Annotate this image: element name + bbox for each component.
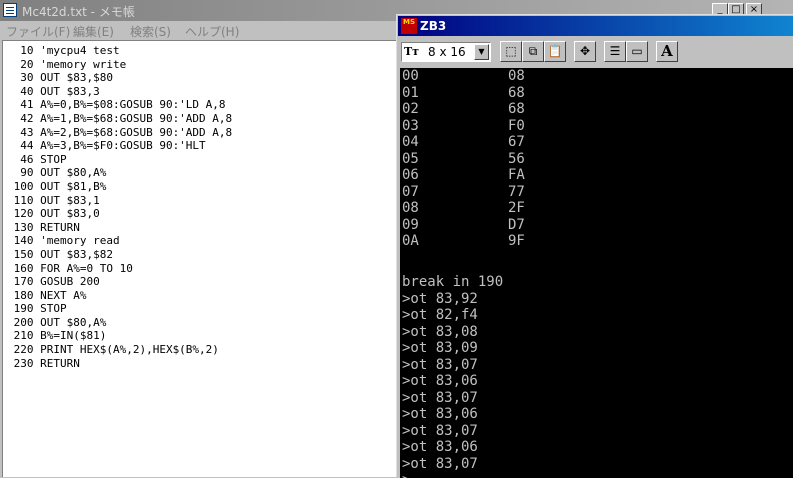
log-line: >ot 82,f4 xyxy=(402,307,478,323)
dump-address: 03 xyxy=(402,117,419,134)
paste-icon[interactable]: 📋 xyxy=(544,41,566,62)
code-line: 170 GOSUB 200 xyxy=(7,275,100,289)
properties-icon[interactable]: ☰ xyxy=(604,41,626,62)
menu-search[interactable]: 検索(S) xyxy=(130,23,171,40)
code-line: 44 A%=3,B%=$F0:GOSUB 90:'HLT xyxy=(7,139,206,153)
code-line: 100 OUT $81,B% xyxy=(7,179,107,193)
dump-row: 08 2F xyxy=(402,200,602,217)
dump-row: 07 77 xyxy=(402,184,602,201)
console-title-bar[interactable]: MS ZB3 xyxy=(398,16,793,36)
code-line: 46 STOP xyxy=(7,152,67,166)
dump-value: 08 xyxy=(508,68,525,84)
dump-address: 00 xyxy=(402,68,419,84)
dump-address: 07 xyxy=(402,183,419,200)
log-line: >ot 83,06 xyxy=(402,439,478,455)
code-line: 120 OUT $83,0 xyxy=(7,207,100,221)
code-line: 130 RETURN xyxy=(7,220,80,234)
log-line: >ot 83,09 xyxy=(402,340,478,356)
console-title: ZB3 xyxy=(420,19,447,33)
dump-row: 05 56 xyxy=(402,151,602,168)
dump-row: 02 68 xyxy=(402,101,602,118)
log-line: >ot 83,08 xyxy=(402,323,478,340)
code-line: 200 OUT $80,A% xyxy=(7,315,107,329)
code-line: 180 NEXT A% xyxy=(7,288,87,302)
dump-address: 01 xyxy=(402,84,419,101)
mark-icon[interactable]: ⬚ xyxy=(500,41,522,62)
menu-file[interactable]: ファイル(F) xyxy=(6,23,70,40)
code-line: 43 A%=2,B%=$68:GOSUB 90:'ADD A,8 xyxy=(7,125,233,139)
chevron-down-icon[interactable]: ▼ xyxy=(474,44,489,60)
notepad-title: Mc4t2d.txt - メモ帳 xyxy=(22,5,135,19)
code-line: 110 OUT $83,1 xyxy=(7,193,100,207)
code-line: 40 OUT $83,3 xyxy=(7,84,100,98)
background-icon[interactable]: ▭ xyxy=(626,41,648,62)
log-line: >ot 83,07 xyxy=(402,389,478,406)
dump-row: 09 D7 xyxy=(402,217,602,234)
dump-value: F0 xyxy=(508,117,525,134)
dump-row: 00 08 xyxy=(402,68,602,85)
notepad-text-area[interactable]: 10 'mycpu4 test 20 'memory write 30 OUT … xyxy=(2,40,396,477)
dump-value: FA xyxy=(508,167,525,183)
log-line: >ot 83,07 xyxy=(402,356,478,373)
dump-row: 04 67 xyxy=(402,134,602,151)
code-line: 10 'mycpu4 test xyxy=(7,44,120,57)
log-line: break in 190 xyxy=(402,274,504,290)
dump-value: D7 xyxy=(508,216,525,233)
console-log: break in 190 >ot 83,92 >ot 82,f4 >ot 83,… xyxy=(402,274,503,478)
truetype-icon: Tт xyxy=(404,45,420,58)
copy-icon[interactable]: ⧉ xyxy=(522,41,544,62)
dump-value: 56 xyxy=(508,150,525,167)
msdos-icon[interactable]: MS xyxy=(401,18,417,34)
dump-address: 0A xyxy=(402,233,419,249)
dump-row: 01 68 xyxy=(402,85,602,102)
dump-value: 2F xyxy=(508,200,525,216)
log-line: >ot 83,92 xyxy=(402,290,478,307)
code-line: 220 PRINT HEX$(A%,2),HEX$(B%,2) xyxy=(7,343,219,357)
dump-row: 03 F0 xyxy=(402,118,602,135)
code-line: 90 OUT $80,A% xyxy=(7,166,107,180)
dump-address: 08 xyxy=(402,200,419,216)
dump-address: 09 xyxy=(402,216,419,233)
code-line: 150 OUT $83,$82 xyxy=(7,247,113,261)
memory-dump: 00 08 01 68 02 68 03 F0 04 67 05 56 06 FA 07 77 … xyxy=(402,68,602,250)
dump-address: 02 xyxy=(402,101,419,117)
dump-value: 9F xyxy=(508,233,525,249)
log-line: >ot 83,06 xyxy=(402,373,478,389)
command-prompt[interactable]: > xyxy=(402,472,503,478)
font-size-value: 8 x 16 xyxy=(428,45,466,59)
code-line: 140 'memory read xyxy=(7,234,120,248)
dump-row: 06 FA xyxy=(402,167,602,184)
code-line: 41 A%=0,B%=$08:GOSUB 90:'LD A,8 xyxy=(7,98,226,112)
code-line: 20 'memory write xyxy=(7,57,127,71)
log-line: >ot 83,07 xyxy=(402,455,478,472)
console-output[interactable]: 00 08 01 68 02 68 03 F0 04 67 05 56 06 FA 07 77 … xyxy=(400,68,793,478)
dump-value: 68 xyxy=(508,84,525,101)
console-window: MS ZB3 Tт 8 x 16 ▼ ⬚ ⧉ 📋 ✥ ☰ ▭ A 00 08 01… xyxy=(396,14,793,478)
dump-row: 0A 9F xyxy=(402,233,602,250)
dump-address: 06 xyxy=(402,167,419,183)
fullscreen-icon[interactable]: ✥ xyxy=(574,41,596,62)
code-line: 190 STOP xyxy=(7,302,67,316)
font-icon[interactable]: A xyxy=(656,41,678,62)
code-line: 30 OUT $83,$80 xyxy=(7,71,113,85)
dump-value: 68 xyxy=(508,101,525,117)
code-line: 210 B%=IN($81) xyxy=(7,329,107,343)
font-size-select[interactable]: Tт 8 x 16 ▼ xyxy=(401,42,491,62)
dump-address: 04 xyxy=(402,134,419,150)
notepad-icon[interactable] xyxy=(3,3,17,17)
dump-address: 05 xyxy=(402,150,419,167)
console-toolbar: Tт 8 x 16 ▼ ⬚ ⧉ 📋 ✥ ☰ ▭ A xyxy=(398,38,793,66)
log-line: >ot 83,07 xyxy=(402,422,478,439)
dump-value: 77 xyxy=(508,183,525,200)
menu-help[interactable]: ヘルプ(H) xyxy=(185,23,239,40)
notepad-content: 10 'mycpu4 test 20 'memory write 30 OUT … xyxy=(7,44,233,370)
menu-edit[interactable]: 編集(E) xyxy=(73,23,114,40)
dump-value: 67 xyxy=(508,134,525,150)
log-line: >ot 83,06 xyxy=(402,406,478,422)
code-line: 42 A%=1,B%=$68:GOSUB 90:'ADD A,8 xyxy=(7,111,233,125)
code-line: 230 RETURN xyxy=(7,356,80,370)
code-line: 160 FOR A%=0 TO 10 xyxy=(7,261,133,275)
